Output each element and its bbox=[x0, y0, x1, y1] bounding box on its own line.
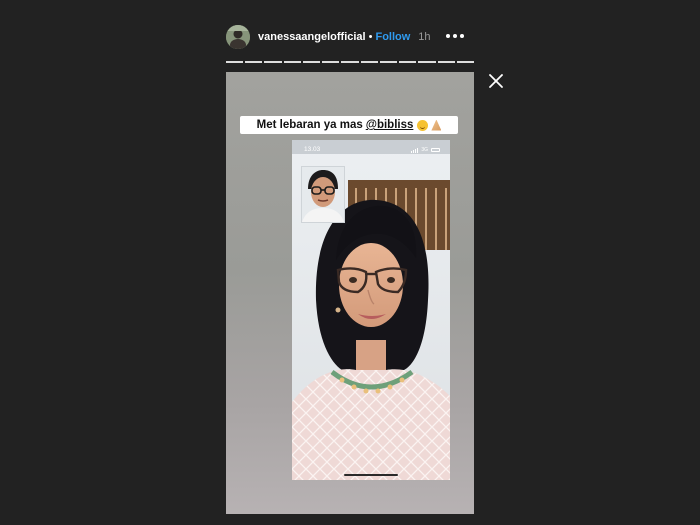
caption-text: Met lebaran ya mas bbox=[256, 119, 363, 131]
follow-button[interactable]: Follow bbox=[375, 31, 410, 43]
progress-segment bbox=[360, 61, 378, 63]
progress-segment bbox=[264, 61, 282, 63]
progress-segment bbox=[456, 61, 475, 63]
progress-segment bbox=[322, 61, 340, 63]
smiling-face-emoji bbox=[417, 119, 429, 131]
phone-status-icons: 3G bbox=[411, 147, 440, 153]
caller-video-thumbnail bbox=[301, 166, 345, 223]
progress-segment bbox=[302, 61, 321, 63]
post-timestamp: 1h bbox=[418, 31, 431, 43]
progress-segment bbox=[226, 61, 244, 63]
story-media[interactable]: Met lebaran ya mas @bibliss 13.03 3G bbox=[226, 72, 474, 514]
story-progress-bar bbox=[226, 61, 475, 63]
call-status-time: 13.03 bbox=[304, 146, 321, 153]
folded-hands-emoji bbox=[431, 119, 442, 131]
progress-segment bbox=[418, 61, 436, 63]
header-separator: • bbox=[368, 31, 373, 43]
profile-avatar[interactable] bbox=[226, 25, 250, 49]
progress-segment bbox=[245, 61, 263, 63]
story-header: vanessaangelofficial • Follow 1h bbox=[226, 24, 476, 50]
progress-segment bbox=[283, 61, 301, 63]
avatar-image bbox=[226, 25, 250, 49]
progress-segment bbox=[399, 61, 417, 63]
battery-icon bbox=[431, 148, 440, 152]
username-link[interactable]: vanessaangelofficial bbox=[258, 31, 366, 43]
home-indicator bbox=[344, 474, 398, 476]
more-options-icon[interactable] bbox=[442, 30, 468, 42]
caller-photo bbox=[302, 167, 344, 222]
network-label: 3G bbox=[421, 147, 428, 153]
progress-segment bbox=[379, 61, 398, 63]
signal-icon bbox=[411, 147, 419, 153]
close-icon[interactable] bbox=[487, 72, 505, 90]
caption-sticker: Met lebaran ya mas @bibliss bbox=[240, 116, 458, 134]
progress-segment bbox=[341, 61, 359, 63]
progress-segment bbox=[437, 61, 455, 63]
mention-link[interactable]: @bibliss bbox=[366, 119, 414, 131]
video-call-screenshot: 13.03 3G bbox=[292, 140, 450, 480]
